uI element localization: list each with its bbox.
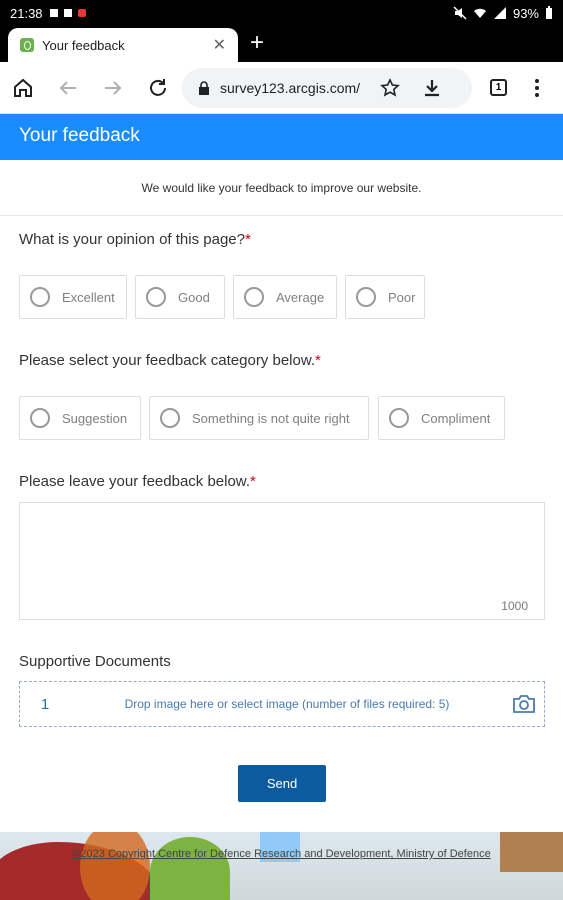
- notification-icon: [49, 9, 58, 17]
- download-icon[interactable]: [422, 78, 442, 98]
- send-button[interactable]: Send: [238, 765, 326, 802]
- copyright-link[interactable]: ©2023 Copyright Centre for Defence Resea…: [0, 848, 563, 860]
- wifi-icon: [473, 8, 486, 18]
- more-options-icon[interactable]: [526, 77, 548, 99]
- option-excellent[interactable]: Excellent: [19, 275, 127, 319]
- intro-text: We would like your feedback to improve o…: [0, 160, 563, 216]
- radio-icon[interactable]: [30, 287, 50, 307]
- browser-tab[interactable]: Your feedback ✕: [8, 28, 238, 62]
- option-poor[interactable]: Poor: [345, 275, 425, 319]
- option-something-not-right[interactable]: Something is not quite right: [149, 396, 369, 440]
- radio-icon[interactable]: [160, 408, 180, 428]
- question-category-label: Please select your feedback category bel…: [19, 352, 321, 369]
- required-marker: *: [315, 352, 321, 369]
- forward-icon[interactable]: [102, 77, 124, 99]
- app-notification-icon: [77, 9, 86, 17]
- footer-artwork: [80, 832, 150, 900]
- reload-icon[interactable]: [147, 77, 169, 99]
- signal-icon: [493, 7, 506, 19]
- image-drop-zone[interactable]: 1 Drop image here or select image (numbe…: [19, 681, 545, 727]
- tab-title: Your feedback: [42, 37, 125, 53]
- status-bar: 21:38 93%: [0, 0, 563, 26]
- camera-icon[interactable]: [504, 694, 544, 714]
- tab-switcher-button[interactable]: 1: [490, 79, 507, 96]
- battery-level: 93%: [512, 5, 539, 21]
- drop-zone-text: Drop image here or select image (number …: [124, 697, 450, 711]
- upload-index: 1: [40, 695, 50, 713]
- question-documents-label: Supportive Documents: [19, 653, 171, 670]
- footer: ©2023 Copyright Centre for Defence Resea…: [0, 832, 563, 900]
- close-tab-icon[interactable]: ✕: [213, 35, 226, 55]
- radio-icon[interactable]: [146, 287, 166, 307]
- battery-icon: [546, 6, 552, 19]
- notification-icon: [63, 9, 72, 17]
- browser-toolbar: survey123.arcgis.com/ 1: [0, 62, 563, 114]
- page-title: Your feedback: [0, 114, 563, 160]
- back-icon[interactable]: [57, 77, 79, 99]
- required-marker: *: [244, 231, 251, 248]
- feedback-textarea[interactable]: 1000: [19, 502, 545, 620]
- option-average[interactable]: Average: [233, 275, 337, 319]
- lock-icon: [199, 81, 209, 95]
- home-icon[interactable]: [12, 77, 34, 99]
- new-tab-icon[interactable]: +: [250, 31, 264, 55]
- option-suggestion[interactable]: Suggestion: [19, 396, 141, 440]
- status-time: 21:38: [10, 5, 43, 21]
- mute-icon: [453, 6, 467, 20]
- radio-icon[interactable]: [389, 408, 409, 428]
- question-feedback-label: Please leave your feedback below.*: [19, 473, 256, 490]
- address-bar[interactable]: survey123.arcgis.com/: [182, 68, 472, 108]
- radio-icon[interactable]: [30, 408, 50, 428]
- radio-icon[interactable]: [244, 287, 264, 307]
- footer-artwork: [150, 837, 230, 900]
- star-icon[interactable]: [380, 78, 400, 98]
- char-counter: 1000: [501, 599, 528, 613]
- option-compliment[interactable]: Compliment: [378, 396, 505, 440]
- required-marker: *: [249, 473, 256, 490]
- option-good[interactable]: Good: [135, 275, 225, 319]
- survey-favicon-icon: [20, 38, 34, 52]
- tab-strip: Your feedback ✕ +: [0, 26, 563, 62]
- question-opinion-label: What is your opinion of this page?*: [19, 231, 251, 248]
- url-text: survey123.arcgis.com/: [220, 80, 361, 96]
- radio-icon[interactable]: [356, 287, 376, 307]
